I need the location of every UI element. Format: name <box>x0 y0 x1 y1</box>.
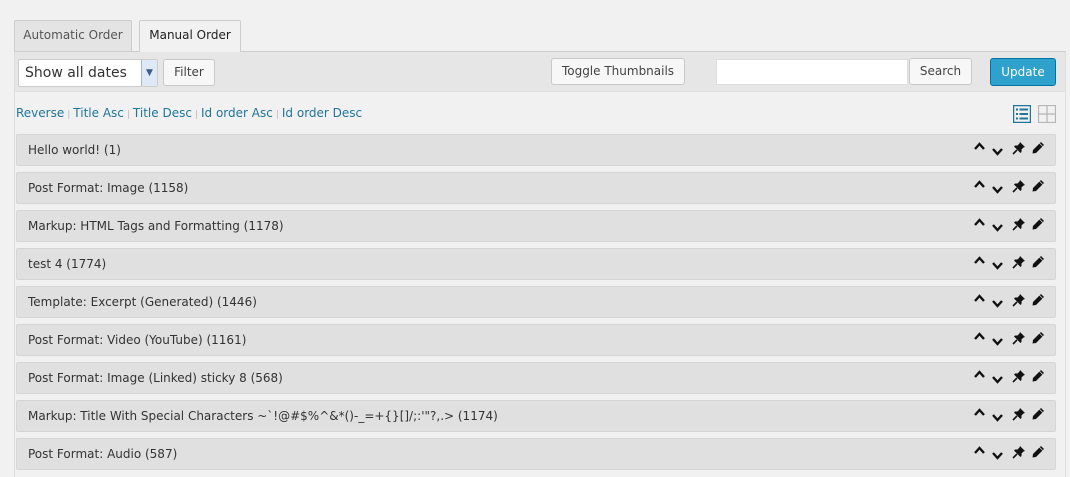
row-actions <box>974 291 1052 313</box>
pencil-icon[interactable] <box>1031 445 1045 459</box>
pencil-icon[interactable] <box>1031 331 1045 345</box>
list-item[interactable]: Template: Excerpt (Generated) (1446) <box>16 286 1056 318</box>
toggle-thumbnails-button[interactable]: Toggle Thumbnails <box>551 58 685 85</box>
pin-icon[interactable] <box>1012 255 1026 269</box>
list-item[interactable]: Markup: HTML Tags and Formatting (1178) <box>16 210 1056 242</box>
search-button[interactable]: Search <box>909 58 972 85</box>
filter-button[interactable]: Filter <box>163 59 215 86</box>
date-select-value: Show all dates <box>25 65 127 81</box>
tab-manual-order[interactable]: Manual Order <box>139 20 241 52</box>
chevron-up-icon[interactable] <box>974 218 985 226</box>
chevron-up-icon[interactable] <box>974 142 985 150</box>
list-item[interactable]: Markup: Title With Special Characters ~`… <box>16 400 1056 432</box>
chevron-up-icon[interactable] <box>974 408 985 416</box>
row-actions <box>974 139 1052 161</box>
list-item[interactable]: test 4 (1774) <box>16 248 1056 280</box>
chevron-down-icon[interactable] <box>992 414 1003 422</box>
chevron-down-icon[interactable] <box>992 338 1003 346</box>
manual-order-panel: Show all dates ▼ Filter Toggle Thumbnail… <box>14 51 1066 477</box>
list-item-title: Post Format: Image (1158) <box>28 181 189 195</box>
list-item-title: Post Format: Image (Linked) sticky 8 (56… <box>28 371 283 385</box>
pin-icon[interactable] <box>1012 445 1026 459</box>
chevron-up-icon[interactable] <box>974 370 985 378</box>
search-input[interactable] <box>716 59 908 85</box>
separator: | <box>126 110 130 120</box>
tab-automatic-order[interactable]: Automatic Order <box>14 20 132 51</box>
pin-icon[interactable] <box>1012 369 1026 383</box>
chevron-down-icon[interactable] <box>992 376 1003 384</box>
list-item-title: test 4 (1774) <box>28 257 107 271</box>
post-list: Hello world! (1) Post Format: Image (115… <box>16 134 1056 476</box>
chevron-down-icon[interactable] <box>992 148 1003 156</box>
pencil-icon[interactable] <box>1031 255 1045 269</box>
chevron-up-icon[interactable] <box>974 294 985 302</box>
row-actions <box>974 177 1052 199</box>
pin-icon[interactable] <box>1012 179 1026 193</box>
list-item[interactable]: Post Format: Audio (587) <box>16 438 1056 470</box>
pencil-icon[interactable] <box>1031 141 1045 155</box>
pencil-icon[interactable] <box>1031 293 1045 307</box>
sort-id-asc-link[interactable]: Id order Asc <box>201 106 273 120</box>
row-actions <box>974 329 1052 351</box>
sort-links: Reverse | Title Asc | Title Desc | Id order As… <box>16 106 362 120</box>
list-item[interactable]: Hello world! (1) <box>16 134 1056 166</box>
chevron-up-icon[interactable] <box>974 446 985 454</box>
list-item-title: Post Format: Video (YouTube) (1161) <box>28 333 247 347</box>
list-item[interactable]: Post Format: Video (YouTube) (1161) <box>16 324 1056 356</box>
pencil-icon[interactable] <box>1031 179 1045 193</box>
sort-title-desc-link[interactable]: Title Desc <box>133 106 192 120</box>
chevron-down-icon[interactable] <box>992 300 1003 308</box>
separator: | <box>194 110 198 120</box>
row-actions <box>974 405 1052 427</box>
list-item[interactable]: Post Format: Image (1158) <box>16 172 1056 204</box>
list-item-title: Markup: HTML Tags and Formatting (1178) <box>28 219 284 233</box>
date-select[interactable]: Show all dates ▼ <box>18 59 158 87</box>
chevron-down-icon[interactable] <box>992 224 1003 232</box>
pin-icon[interactable] <box>1012 331 1026 345</box>
list-item-title: Post Format: Audio (587) <box>28 447 178 461</box>
chevron-down-icon[interactable] <box>992 262 1003 270</box>
update-button[interactable]: Update <box>990 58 1056 86</box>
chevron-up-icon[interactable] <box>974 332 985 340</box>
pin-icon[interactable] <box>1012 293 1026 307</box>
sort-reverse-link[interactable]: Reverse <box>16 106 64 120</box>
grid-view-icon[interactable] <box>1038 105 1056 123</box>
sort-id-desc-link[interactable]: Id order Desc <box>282 106 362 120</box>
pencil-icon[interactable] <box>1031 407 1045 421</box>
chevron-up-icon[interactable] <box>974 180 985 188</box>
row-actions <box>974 367 1052 389</box>
pin-icon[interactable] <box>1012 407 1026 421</box>
chevron-up-icon[interactable] <box>974 256 985 264</box>
select-arrow-icon[interactable]: ▼ <box>141 60 157 86</box>
list-view-icon[interactable] <box>1013 105 1031 123</box>
pencil-icon[interactable] <box>1031 217 1045 231</box>
pencil-icon[interactable] <box>1031 369 1045 383</box>
list-item-title: Markup: Title With Special Characters ~`… <box>28 409 498 423</box>
pin-icon[interactable] <box>1012 217 1026 231</box>
chevron-down-icon[interactable] <box>992 452 1003 460</box>
row-actions <box>974 215 1052 237</box>
separator: | <box>275 110 279 120</box>
toolbar: Show all dates ▼ Filter Toggle Thumbnail… <box>15 52 1065 92</box>
sort-title-asc-link[interactable]: Title Asc <box>73 106 124 120</box>
row-actions <box>974 443 1052 465</box>
pin-icon[interactable] <box>1012 141 1026 155</box>
chevron-down-icon[interactable] <box>992 186 1003 194</box>
list-item-title: Template: Excerpt (Generated) (1446) <box>28 295 257 309</box>
separator: | <box>67 110 71 120</box>
row-actions <box>974 253 1052 275</box>
list-item-title: Hello world! (1) <box>28 143 121 157</box>
list-item[interactable]: Post Format: Image (Linked) sticky 8 (56… <box>16 362 1056 394</box>
